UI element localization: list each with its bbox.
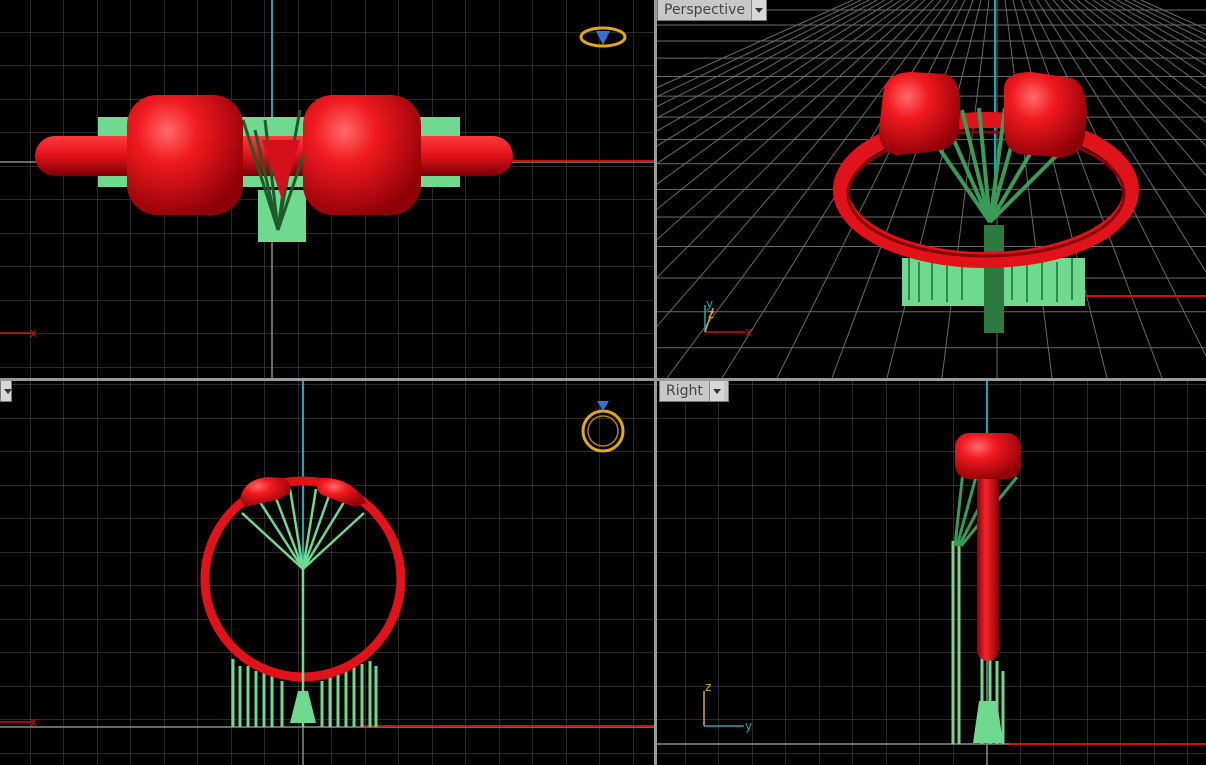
x-axis-label-front: x — [30, 715, 37, 729]
view-menu-dropdown-icon[interactable] — [708, 381, 724, 401]
perspective-view-label: Perspective — [664, 2, 746, 18]
perspective-viewport-canvas[interactable]: x y z — [657, 0, 1206, 378]
ring-model-perspective[interactable] — [833, 72, 1139, 333]
top-viewport[interactable]: x — [0, 0, 654, 378]
y-axis-label-right: y — [745, 719, 752, 733]
perspective-view-tab[interactable]: Perspective — [657, 0, 767, 21]
top-viewport-canvas[interactable]: x — [0, 0, 654, 378]
vertical-viewport-divider[interactable] — [654, 0, 657, 765]
axis-indicator-persp: x y z — [704, 297, 752, 339]
right-viewport-canvas[interactable]: y z — [657, 381, 1206, 765]
front-view-tab[interactable] — [0, 381, 12, 402]
right-viewport[interactable]: Right y z — [657, 381, 1206, 765]
view-menu-dropdown-icon[interactable] — [1, 381, 12, 401]
x-axis-label-persp: x — [745, 325, 752, 339]
front-viewport[interactable]: x — [0, 381, 654, 765]
x-axis-label: x — [30, 326, 37, 340]
view-menu-dropdown-icon[interactable] — [751, 0, 766, 20]
right-view-tab[interactable]: Right — [659, 381, 729, 402]
front-viewport-canvas[interactable]: x — [0, 381, 654, 765]
perspective-viewport[interactable]: Perspective x y z — [657, 0, 1206, 378]
z-axis-label-right: z — [705, 680, 711, 694]
right-view-label: Right — [666, 383, 703, 399]
horizontal-viewport-divider[interactable] — [0, 378, 1206, 381]
z-axis-label-persp: z — [708, 307, 714, 321]
